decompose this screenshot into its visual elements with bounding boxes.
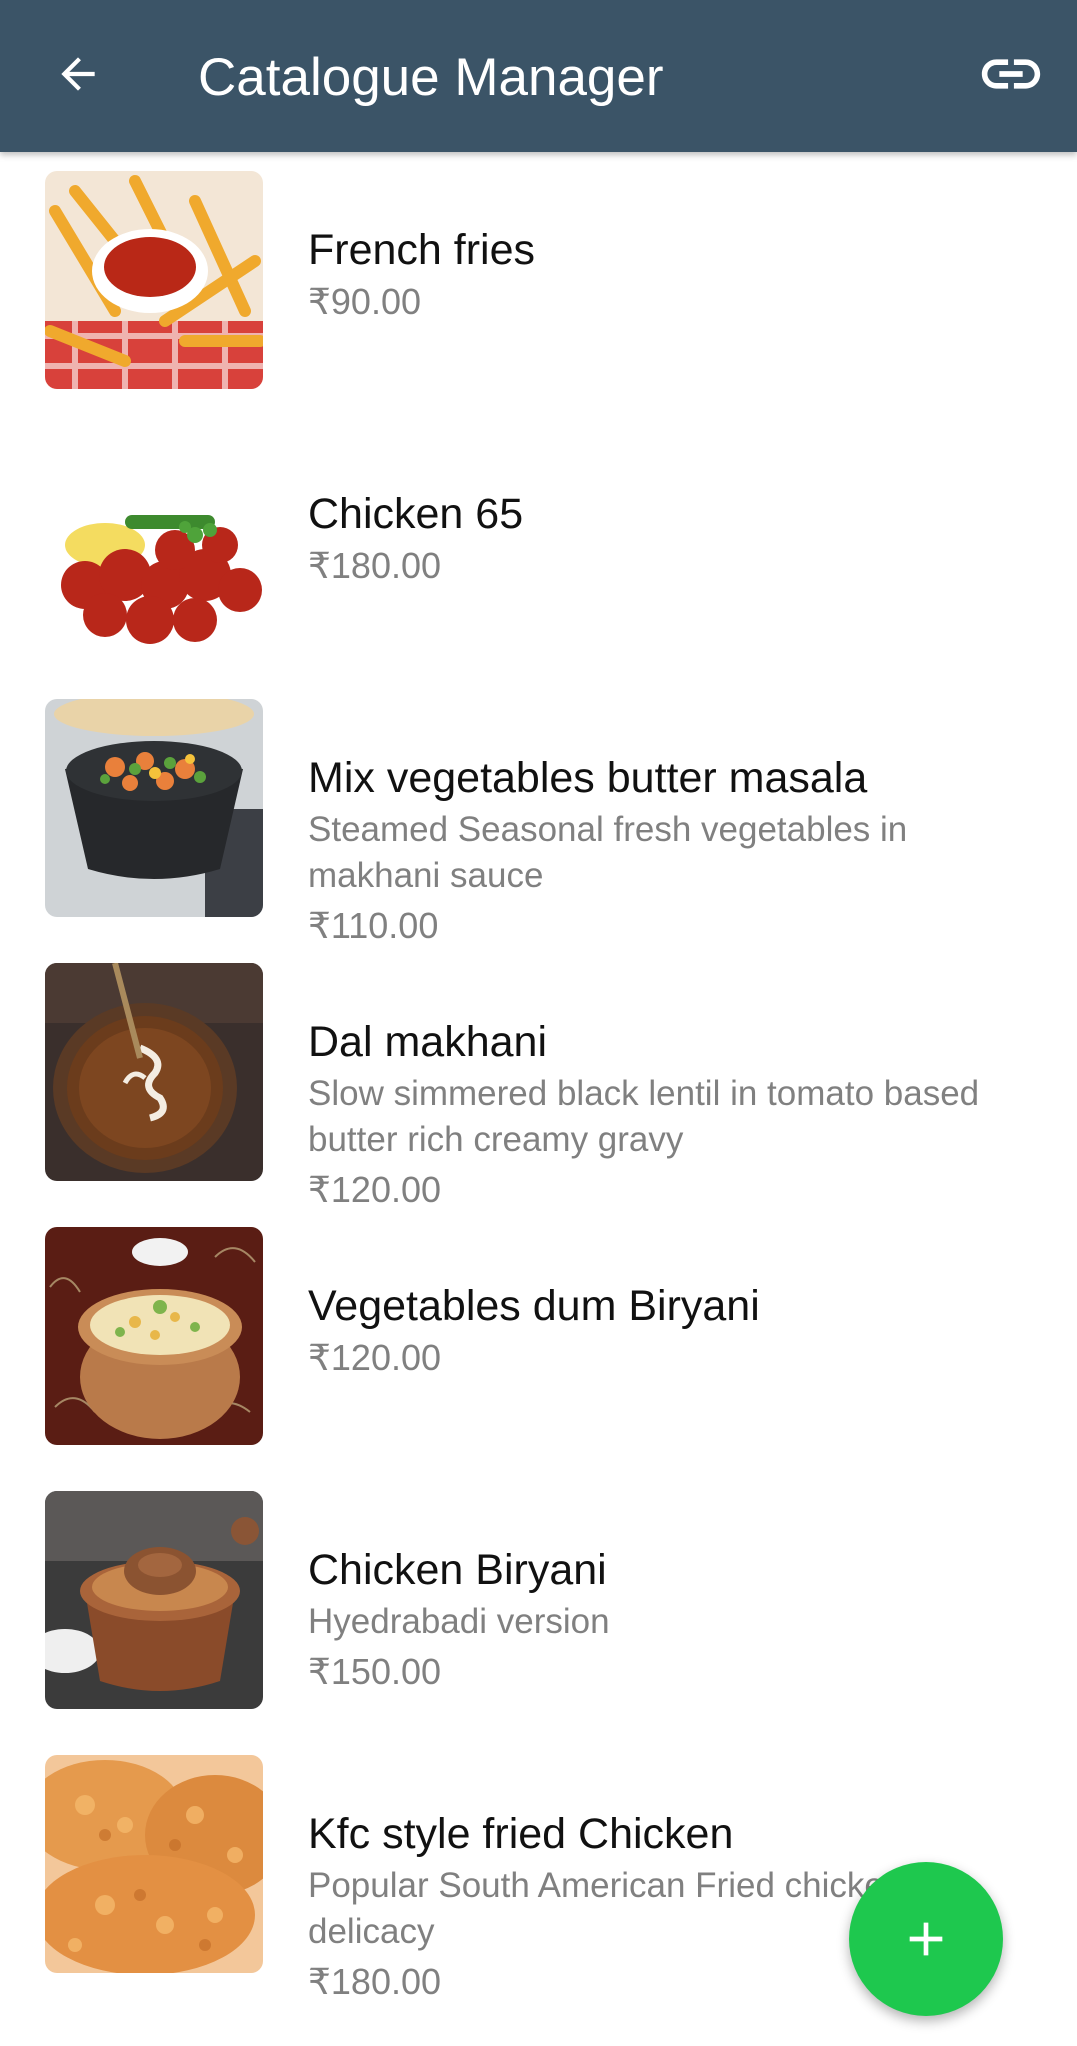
item-name: Dal makhani	[308, 1018, 547, 1066]
item-price: ₹90.00	[308, 281, 421, 322]
item-price: ₹110.00	[308, 905, 439, 946]
catalogue-item-chicken-biryani[interactable]: Chicken Biryani Hyedrabadi version ₹150.…	[0, 1491, 1077, 1741]
item-price: ₹180.00	[308, 545, 442, 586]
item-description: Hyedrabadi version	[308, 1602, 610, 1641]
back-button[interactable]	[40, 36, 116, 112]
item-name: Vegetables dum Biryani	[308, 1282, 760, 1330]
item-name: Kfc style fried Chicken	[308, 1810, 734, 1858]
item-info: French fries ₹90.00	[308, 225, 1028, 325]
item-name: Chicken 65	[308, 490, 524, 538]
page-title: Catalogue Manager	[198, 48, 664, 107]
share-link-button[interactable]	[966, 36, 1056, 112]
item-info: Vegetables dum Biryani ₹120.00	[308, 1281, 1028, 1381]
catalogue-item-mix-vegetables[interactable]: Mix vegetables butter masala Steamed Sea…	[0, 699, 1077, 949]
item-info: Chicken 65 ₹180.00	[308, 489, 1028, 589]
item-info: Dal makhani Slow simmered black lentil i…	[308, 1017, 1028, 1213]
chicken-65-image	[45, 435, 263, 653]
item-description: Steamed Seasonal fresh vegetables in mak…	[308, 810, 908, 895]
arrow-left-icon	[61, 57, 95, 91]
item-price: ₹120.00	[308, 1169, 442, 1210]
plus-icon	[909, 1922, 943, 1956]
chicken-biryani-image	[45, 1491, 263, 1709]
dal-makhani-image	[45, 963, 263, 1181]
item-info: Mix vegetables butter masala Steamed Sea…	[308, 753, 1028, 949]
app-bar: Catalogue Manager	[0, 0, 1077, 152]
catalogue-item-chicken-65[interactable]: Chicken 65 ₹180.00	[0, 435, 1077, 685]
mix-vegetables-image	[45, 699, 263, 917]
item-info: Chicken Biryani Hyedrabadi version ₹150.…	[308, 1545, 1028, 1695]
veg-biryani-image	[45, 1227, 263, 1445]
item-name: Mix vegetables butter masala	[308, 754, 868, 802]
item-description: Slow simmered black lentil in tomato bas…	[308, 1074, 980, 1159]
item-name: French fries	[308, 226, 536, 274]
item-name: Chicken Biryani	[308, 1546, 607, 1594]
catalogue-item-veg-dum-biryani[interactable]: Vegetables dum Biryani ₹120.00	[0, 1227, 1077, 1477]
item-price: ₹150.00	[308, 1651, 442, 1692]
french-fries-image	[45, 171, 263, 389]
fried-chicken-image	[45, 1755, 263, 1973]
catalogue-item-french-fries[interactable]: French fries ₹90.00	[0, 171, 1077, 421]
item-price: ₹120.00	[308, 1337, 442, 1378]
add-item-button[interactable]	[849, 1862, 1003, 2016]
link-icon	[981, 59, 1041, 89]
catalogue-item-dal-makhani[interactable]: Dal makhani Slow simmered black lentil i…	[0, 963, 1077, 1213]
